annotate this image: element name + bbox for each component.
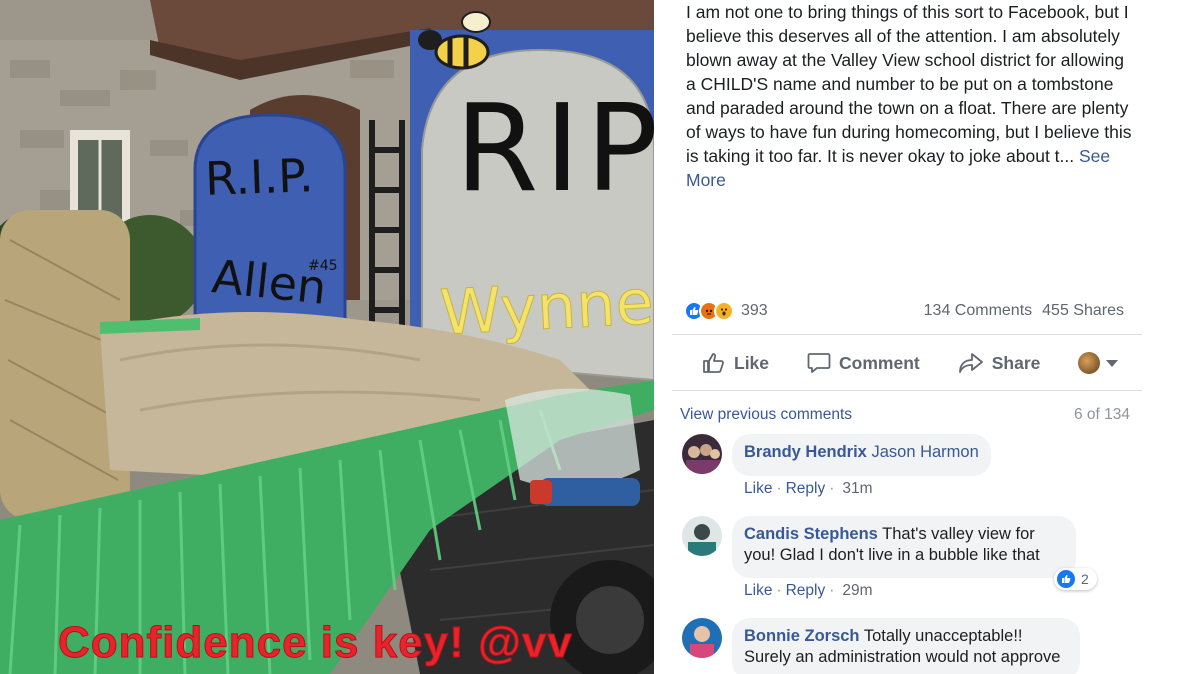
post-stats: 393 134 Comments 455 Shares (684, 298, 1124, 324)
comment-author[interactable]: Bonnie Zorsch (744, 627, 860, 645)
post-body: I am not one to bring things of this sor… (686, 0, 1136, 192)
comment-time[interactable]: 31m (842, 480, 872, 498)
comment-item: Candis Stephens That's valley view for y… (682, 516, 1142, 606)
comment-bubble: Candis Stephens That's valley view for y… (732, 516, 1076, 578)
share-icon (958, 352, 984, 374)
comment-time[interactable]: 29m (842, 582, 872, 600)
thumbs-up-icon (702, 352, 726, 374)
view-previous-comments-link[interactable]: View previous comments (680, 406, 852, 424)
comment-bubble: Bonnie Zorsch Totally unacceptable!! Sur… (732, 618, 1080, 674)
post-panel: I am not one to bring things of this sor… (654, 0, 1200, 674)
comment-button[interactable]: Comment (807, 352, 920, 374)
post-body-text: I am not one to bring things of this sor… (686, 2, 1132, 166)
avatar[interactable] (682, 434, 722, 474)
post-photo[interactable]: R.I.P. Allen #45 RIP Wynne! Confidence i… (0, 0, 654, 674)
shares-count-link[interactable]: 455 Shares (1042, 302, 1124, 320)
comments-page-count: 6 of 134 (1073, 406, 1130, 423)
comment-text-line2: you! Glad I don't live in a bubble like … (744, 546, 1040, 564)
comment-reply-link[interactable]: Reply (786, 582, 826, 600)
comments-count-link[interactable]: 134 Comments (924, 302, 1033, 320)
comments-header: View previous comments 6 of 134 (680, 406, 1130, 424)
divider-bottom (672, 390, 1142, 391)
comment-reply-link[interactable]: Reply (786, 480, 826, 498)
comment-text-line1: Totally unacceptable!! (863, 627, 1023, 645)
avatar[interactable] (682, 516, 722, 556)
left-sign-line1: R.I.P. (204, 148, 315, 206)
separator-dot: · (776, 480, 782, 497)
comment-like-link[interactable]: Like (744, 582, 772, 600)
comment-like-link[interactable]: Like (744, 480, 772, 498)
comment-reactions[interactable]: 2 (1054, 568, 1097, 590)
separator-dot: · (829, 582, 835, 599)
avatar (1078, 352, 1101, 374)
wow-icon (714, 301, 734, 321)
right-sign-line2: Wynne! (438, 263, 654, 350)
like-label: Like (734, 352, 770, 373)
separator-dot: · (776, 582, 782, 599)
comment-reaction-count: 2 (1081, 571, 1089, 587)
comment-author[interactable]: Brandy Hendrix (744, 443, 867, 461)
chevron-down-icon (1106, 359, 1119, 367)
photo-caption: Confidence is key! @vv (58, 618, 573, 668)
like-button[interactable]: Like (702, 352, 769, 374)
comment-item: Bonnie Zorsch Totally unacceptable!! Sur… (682, 618, 1142, 674)
divider-top (672, 334, 1142, 335)
like-icon (1057, 570, 1075, 588)
share-label: Share (991, 352, 1041, 373)
comment-author[interactable]: Candis Stephens (744, 525, 878, 543)
right-sign-line1: RIP (455, 80, 654, 219)
share-button[interactable]: Share (958, 352, 1041, 374)
left-sign-number: #45 (308, 258, 338, 274)
reaction-persona-selector[interactable] (1078, 352, 1119, 374)
reactions-summary[interactable]: 393 (684, 301, 768, 321)
comment-meta: Like · Reply · 31m (744, 480, 873, 498)
post-actions: Like Comment Share (672, 340, 1142, 386)
separator-dot: · (829, 480, 835, 497)
avatar[interactable] (682, 618, 722, 658)
comment-text-line1: That's valley view for (882, 525, 1035, 543)
comment-bubble: Brandy Hendrix Jason Harmon (732, 434, 991, 476)
comment-label: Comment (839, 352, 920, 373)
comment-tag[interactable]: Jason Harmon (871, 443, 978, 461)
comment-text-line2: Surely an administration would not appro… (744, 648, 1061, 666)
reaction-count: 393 (741, 302, 768, 319)
comment-item: Brandy Hendrix Jason Harmon Like · Reply… (682, 434, 1142, 504)
comment-meta: Like · Reply · 29m (744, 582, 873, 600)
comment-icon (807, 352, 831, 374)
